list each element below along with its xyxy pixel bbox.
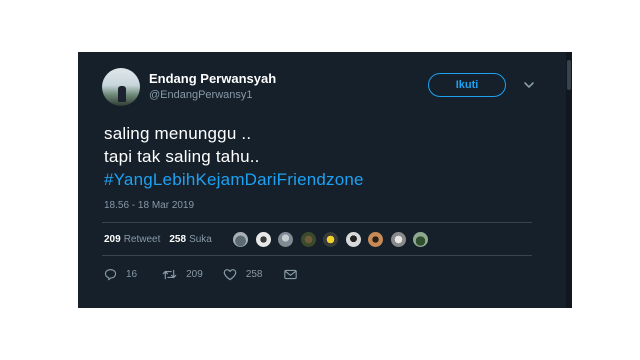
tweet-card: Endang Perwansyah @EndangPerwansy1 Ikuti… [78, 52, 572, 308]
tweet-stats: 209 Retweet 258 Suka [104, 234, 212, 245]
liker-avatar[interactable] [367, 231, 384, 248]
like-button[interactable]: 258 [223, 268, 263, 281]
liker-avatar[interactable] [344, 231, 362, 248]
user-display-name[interactable]: Endang Perwansyah [149, 71, 276, 86]
tweet-text: saling menunggu .. tapi tak saling tahu.… [104, 122, 364, 191]
like-stat-count: 258 [169, 234, 187, 245]
liker-avatar[interactable] [232, 231, 249, 248]
liker-avatars [232, 231, 435, 248]
liker-avatar[interactable] [299, 231, 317, 248]
retweet-stat-label: Retweet [123, 234, 161, 245]
tweet-timestamp[interactable]: 18.56 - 18 Mar 2019 [104, 200, 194, 211]
divider [102, 255, 532, 256]
user-handle[interactable]: @EndangPerwansy1 [149, 89, 253, 101]
direct-message-button[interactable] [283, 269, 297, 280]
liker-avatar[interactable] [277, 231, 294, 248]
retweet-stat[interactable]: 209 Retweet [104, 234, 160, 245]
reply-icon [104, 269, 117, 281]
divider [102, 222, 532, 223]
liker-avatar[interactable] [254, 231, 272, 248]
retweet-button[interactable]: 209 [162, 268, 203, 281]
chevron-down-icon[interactable] [523, 80, 535, 90]
like-count: 258 [245, 269, 263, 280]
tweet-actions: 16 209 258 [104, 268, 297, 281]
follow-button[interactable]: Ikuti [428, 73, 506, 97]
scrollbar[interactable] [566, 52, 572, 308]
reply-button[interactable]: 16 [104, 268, 137, 281]
like-stat-label: Suka [189, 234, 212, 245]
heart-icon [223, 269, 237, 281]
retweet-stat-count: 209 [104, 234, 121, 245]
scrollbar-thumb[interactable] [567, 60, 571, 90]
envelope-icon [283, 269, 297, 280]
avatar[interactable] [102, 68, 140, 106]
liker-avatar[interactable] [389, 231, 407, 248]
retweet-count: 209 [186, 269, 203, 280]
liker-avatar[interactable] [322, 231, 339, 248]
like-stat[interactable]: 258 Suka [169, 234, 211, 245]
tweet-text-line: tapi tak saling tahu.. [104, 147, 260, 166]
tweet-text-line: saling menunggu .. [104, 124, 252, 143]
hashtag-link[interactable]: #YangLebihKejamDariFriendzone [104, 168, 364, 191]
retweet-icon [162, 269, 177, 280]
liker-avatar[interactable] [412, 231, 429, 248]
reply-count: 16 [126, 269, 138, 280]
